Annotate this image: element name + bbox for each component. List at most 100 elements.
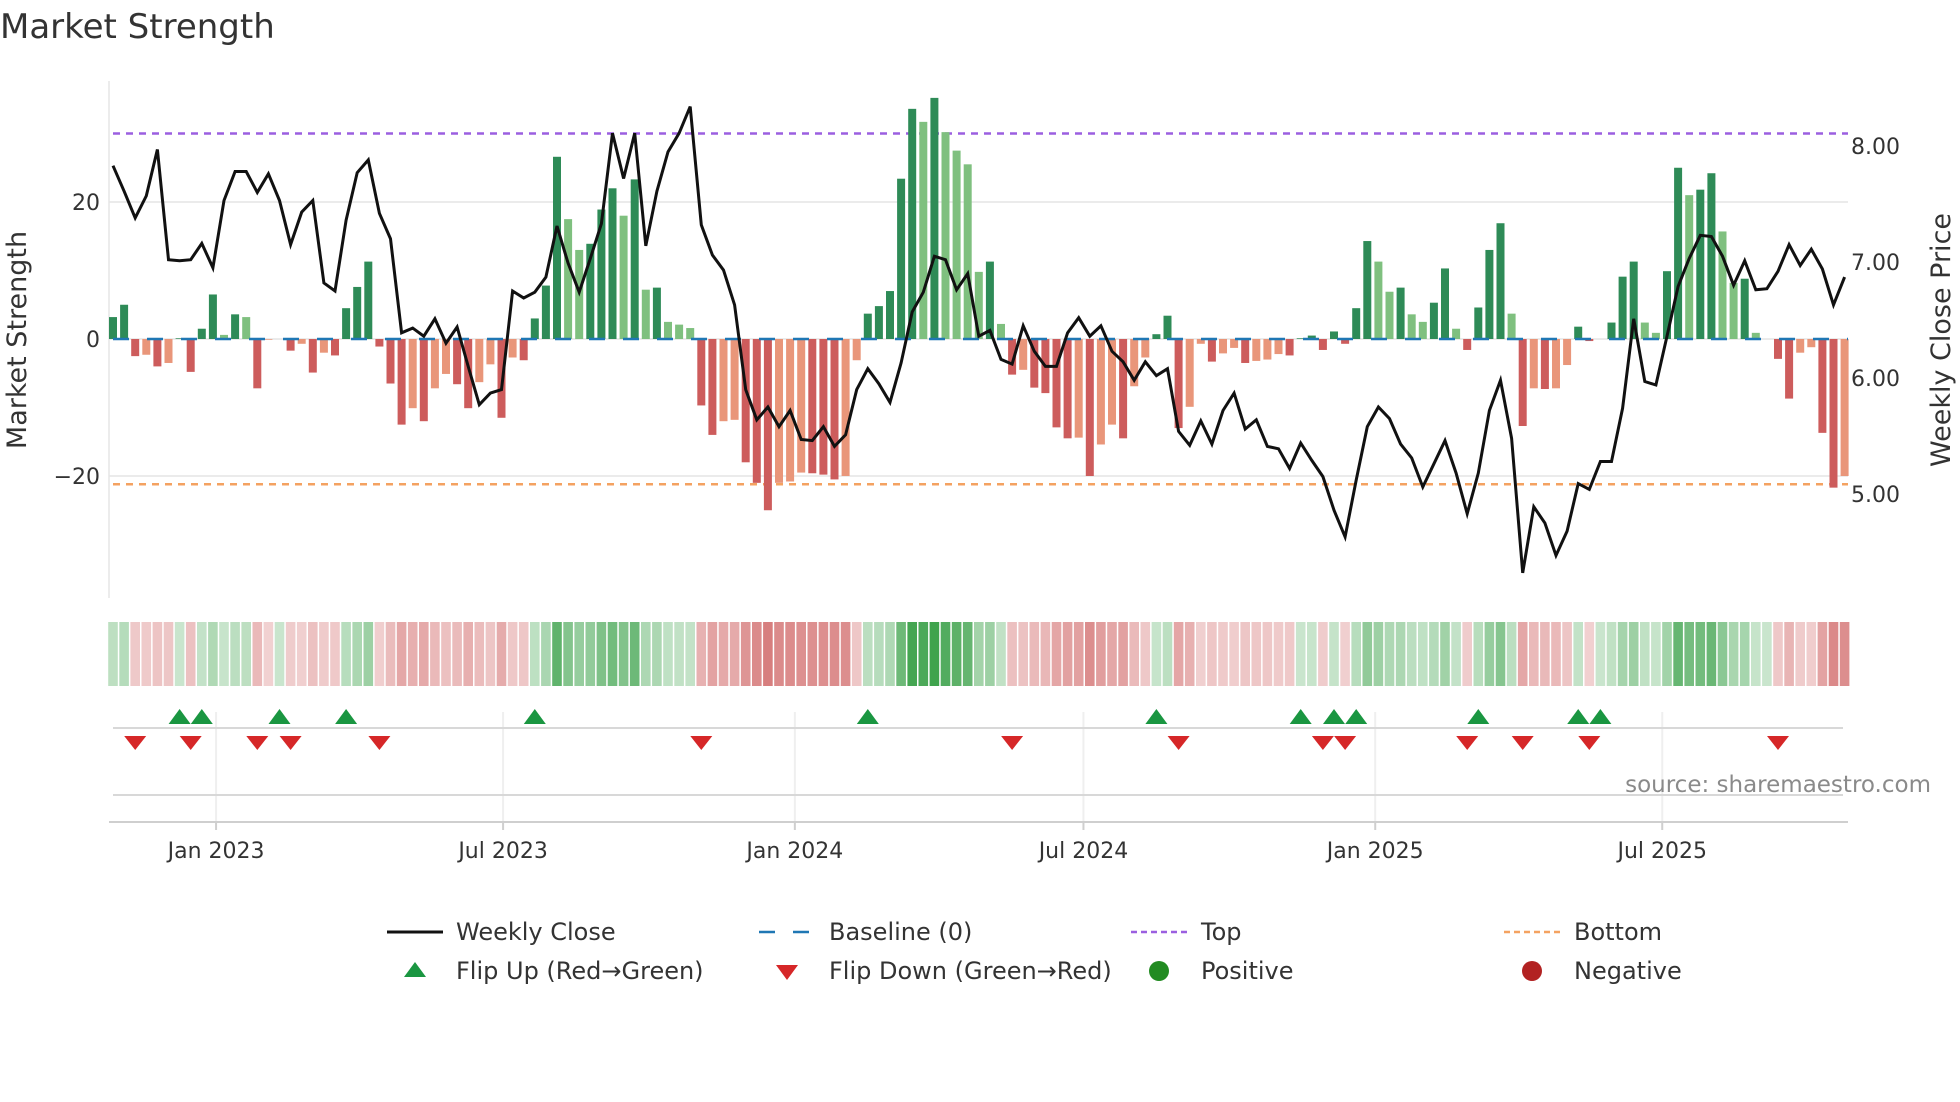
strength-bar [308,339,317,373]
heatmap-cell [1828,622,1839,686]
heatmap-cell [596,622,607,686]
strength-bar [186,339,195,372]
strength-bar [708,339,717,435]
heatmap-cell [641,622,651,686]
y-tick-label: 0 [86,328,100,353]
heatmap-cell [1029,622,1040,686]
strength-bar [897,178,906,339]
y2-tick-label: 5.00 [1851,483,1900,508]
strength-bar [1740,278,1749,339]
heatmap-cell [796,622,806,686]
strength-bar [1363,241,1372,339]
heatmap-cell [1551,622,1561,686]
strength-bar [208,294,217,339]
strength-bar [342,308,351,339]
strength-bar [264,339,273,340]
strength-bar [109,317,117,339]
strength-bar [453,339,462,385]
strength-bar [1774,339,1782,359]
heatmap-cell [985,622,995,686]
x-tick-label: Jan 2025 [1325,839,1424,864]
strength-bar [553,156,561,339]
heatmap-cell [152,622,163,686]
heatmap-cell [1196,622,1206,686]
strength-bar [1263,339,1272,360]
strength-bar [1418,321,1427,339]
heatmap-cell [1362,622,1373,686]
strength-bar [1230,339,1239,348]
strength-bar [164,339,173,363]
strength-bar [131,339,140,357]
strength-bar [874,306,883,339]
strength-bar [963,164,972,339]
heatmap-cell [1595,622,1606,686]
heatmap-cell [1495,622,1506,686]
heatmap-cell [1517,622,1528,686]
legend-label: Positive [1201,957,1294,985]
heatmap-cell [974,622,984,686]
strength-bar [1119,339,1128,439]
heatmap-cell [1540,622,1550,686]
strength-bar [863,313,872,339]
strength-bar [1729,282,1738,339]
heatmap-cell [929,622,940,686]
flip-markers [124,709,1789,750]
strength-bar [1607,322,1616,339]
strength-bar [408,339,417,409]
heatmap-cell [585,622,596,686]
heatmap-cell [896,622,906,686]
y2-tick-label: 6.00 [1851,367,1900,392]
strength-bar [952,150,961,339]
legend-item: Baseline (0) [759,918,972,946]
flip-up-marker [1589,709,1612,724]
strength-bar [253,339,262,389]
heatmap-cell [918,622,929,686]
flip-down-marker [1456,736,1479,750]
strength-bar [1640,322,1649,339]
strength-bar [1074,339,1083,438]
flip-up-marker [190,709,213,724]
strength-bar [286,339,295,351]
strength-bar [153,339,162,367]
strength-bar [1840,339,1849,476]
strength-bar [1385,291,1394,339]
heatmap-cell [618,622,629,686]
heatmap-cell [996,622,1006,686]
heatmap-cell [441,622,451,686]
strength-bar [1529,339,1538,389]
strength-bar [475,339,484,383]
flip-down-marker [1334,736,1357,750]
strength-bar [675,324,684,339]
strength-bar [997,323,1005,339]
strength-bar [1441,268,1449,339]
strength-bar [1829,339,1838,488]
x-tick-label: Jan 2023 [166,839,265,864]
heatmap-cell [718,622,729,686]
heatmap-cell [1418,622,1428,686]
strength-bar [664,321,672,339]
heatmap-cell [1118,622,1128,686]
heatmap-cell [1562,622,1572,686]
strength-bar [730,339,739,420]
heatmap-cell [1773,622,1783,686]
strength-bar [530,318,539,339]
strength-bars [109,97,1849,511]
heatmap-cell [1762,622,1772,686]
strength-bar [608,188,617,339]
heatmap-cell [1384,622,1395,686]
heatmap-cell [1506,622,1517,686]
strength-bar [1518,339,1527,426]
strength-bar [564,219,573,339]
strength-bar [142,339,151,355]
strength-bar [797,339,806,473]
flip-up-marker [1323,709,1345,724]
strength-bar [1285,339,1294,356]
heatmap-cell [263,622,274,686]
heatmap-cell [296,622,307,686]
y-tick-label: −20 [54,465,100,490]
heatmap-cell [485,622,496,686]
strength-bar [1063,339,1072,439]
heatmap-cell [729,622,740,686]
heatmap-cell [1051,622,1062,686]
heatmap-cell [829,622,840,686]
